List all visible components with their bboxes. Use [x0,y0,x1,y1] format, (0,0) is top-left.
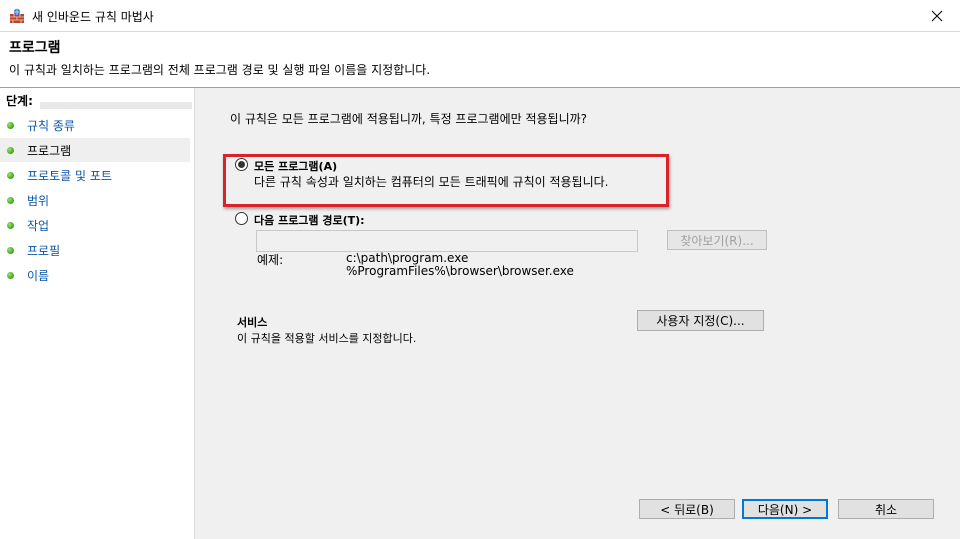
cancel-button[interactable]: 취소 [838,499,934,519]
browse-button[interactable]: 찾아보기(R)... [667,230,767,250]
window-title: 새 인바운드 규칙 마법사 [32,10,154,24]
program-path-input[interactable] [256,230,638,252]
program-path-label[interactable]: 다음 프로그램 경로(T): [254,212,365,228]
step-scope[interactable]: 범위 [0,188,190,212]
step-label: 작업 [27,219,50,233]
firewall-icon [10,8,24,23]
step-status-icon [7,272,14,279]
back-button[interactable]: < 뒤로(B) [639,499,735,519]
step-status-icon [7,197,14,204]
customize-button[interactable]: 사용자 지정(C)... [637,310,764,331]
step-label: 프로그램 [27,144,72,158]
program-path-radio[interactable] [235,212,248,225]
step-rule-type[interactable]: 규칙 종류 [0,113,190,137]
step-status-icon [7,172,14,179]
step-status-icon [7,247,14,254]
services-title: 서비스 [237,316,268,329]
example-line: %ProgramFiles%\browser\browser.exe [346,264,574,278]
page-title: 프로그램 [9,40,61,56]
scope-question: 이 규칙은 모든 프로그램에 적용됩니까, 특정 프로그램에만 적용됩니까? [230,112,588,126]
close-icon [931,10,943,21]
next-button[interactable]: 다음(N) > [742,499,828,519]
step-status-icon [7,147,14,154]
example-label: 예제: [257,253,284,267]
page-header: 프로그램 이 규칙과 일치하는 프로그램의 전체 프로그램 경로 및 실행 파일… [0,32,960,88]
step-protocol-port[interactable]: 프로토콜 및 포트 [0,163,190,187]
wizard-window: 새 인바운드 규칙 마법사 프로그램 이 규칙과 일치하는 프로그램의 전체 프… [0,0,960,539]
title-bar: 새 인바운드 규칙 마법사 [0,0,960,32]
step-label: 프로필 [27,244,61,258]
step-label: 규칙 종류 [27,119,75,133]
steps-divider [40,102,192,109]
services-description: 이 규칙을 적용할 서비스를 지정합니다. [237,332,417,345]
step-status-icon [7,122,14,129]
step-label: 프로토콜 및 포트 [27,169,112,183]
steps-heading: 단계: [6,94,33,108]
step-program[interactable]: 프로그램 [0,138,190,162]
steps-panel: 단계: 규칙 종류 프로그램 프로토콜 및 포트 범위 작업 프로필 이름 [0,88,195,539]
step-status-icon [7,222,14,229]
step-profile[interactable]: 프로필 [0,238,190,262]
step-label: 범위 [27,194,50,208]
highlight-box [223,154,669,207]
step-action[interactable]: 작업 [0,213,190,237]
step-name[interactable]: 이름 [0,263,190,287]
page-description: 이 규칙과 일치하는 프로그램의 전체 프로그램 경로 및 실행 파일 이름을 … [9,63,431,77]
content-panel: 이 규칙은 모든 프로그램에 적용됩니까, 특정 프로그램에만 적용됩니까? 모… [195,88,960,539]
example-line: c:\path\program.exe [346,251,469,265]
close-button[interactable] [914,0,960,31]
step-label: 이름 [27,269,50,283]
